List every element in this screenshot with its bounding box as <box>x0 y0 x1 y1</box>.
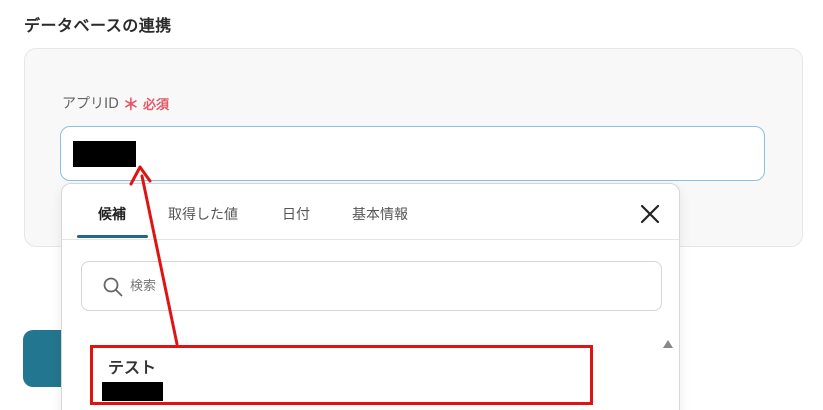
scroll-up-icon[interactable] <box>662 339 674 349</box>
search-icon <box>103 277 123 297</box>
section-title: データベースの連携 <box>24 16 172 35</box>
tab-date[interactable]: 日付 <box>282 204 310 224</box>
redacted-value <box>73 141 136 167</box>
option-item-test[interactable]: テスト <box>91 346 591 406</box>
required-text: 必須 <box>142 97 169 113</box>
close-icon[interactable] <box>638 202 662 226</box>
active-tab-indicator <box>77 235 148 238</box>
search-box <box>81 261 662 311</box>
field-label: アプリID ＊ 必須 <box>62 91 169 115</box>
tab-basic-info[interactable]: 基本情報 <box>352 204 408 224</box>
app-id-input[interactable] <box>60 126 765 181</box>
tab-retrieved-values[interactable]: 取得した値 <box>168 204 238 224</box>
required-asterisk: ＊ <box>122 95 139 114</box>
tab-candidates[interactable]: 候補 <box>98 204 126 224</box>
value-picker-dropdown: 候補 取得した値 日付 基本情報 テスト <box>61 183 680 410</box>
option-label: テスト <box>108 358 157 377</box>
picker-tabs: 候補 取得した値 日付 基本情報 <box>62 184 679 240</box>
field-label-text: アプリID <box>62 96 119 112</box>
search-input[interactable] <box>130 275 630 297</box>
redacted-option-value <box>102 382 163 401</box>
